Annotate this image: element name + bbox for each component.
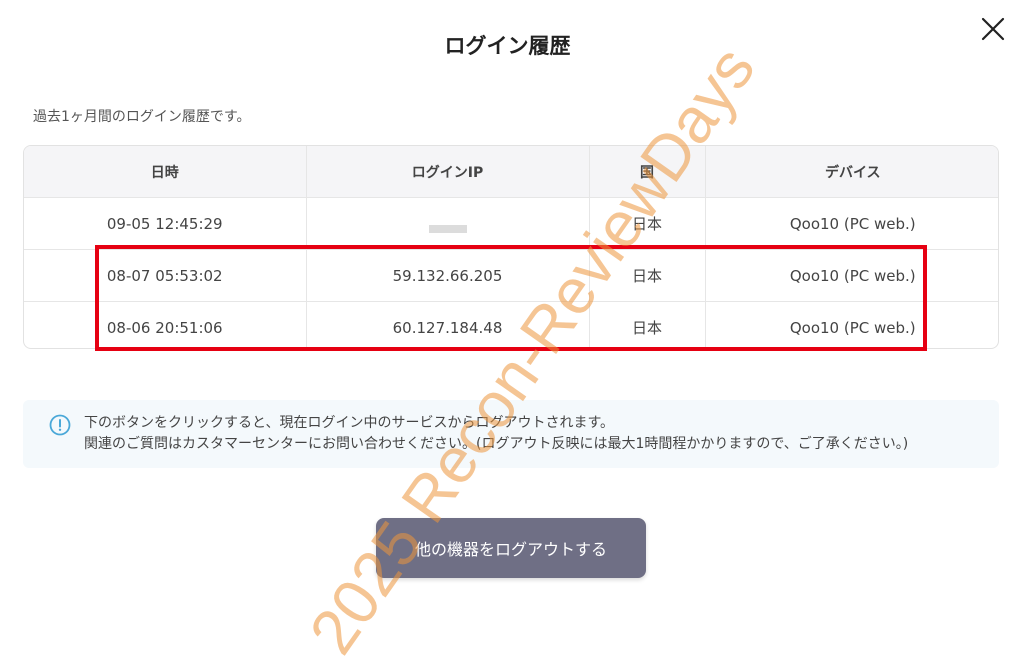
column-header-country: 国 — [589, 146, 706, 198]
column-header-datetime: 日時 — [24, 146, 307, 198]
cell-device: Qoo10 (PC web.) — [789, 318, 916, 337]
table-row: 08-06 20:51:06 60.127.184.48 日本 Qoo10 (P… — [24, 301, 998, 348]
cell-ip: 59.132.66.205 — [306, 249, 590, 302]
info-icon — [49, 414, 71, 436]
table-row: 08-07 05:53:02 59.132.66.205 日本 Qoo10 (P… — [24, 249, 998, 302]
table-header-row: 日時 ログインIP 国 デバイス — [24, 146, 998, 198]
cell-country: 日本 — [589, 197, 706, 250]
column-header-device: デバイス — [705, 146, 998, 198]
redaction-mask — [428, 224, 467, 233]
logout-other-devices-button[interactable]: 他の機器をログアウトする — [376, 518, 646, 578]
column-header-ip: ログインIP — [306, 146, 590, 198]
page-title: ログイン履歴 — [444, 34, 571, 58]
notice-line: 下のボタンをクリックすると、現在ログイン中のサービスからログアウトされます。 — [84, 415, 615, 431]
cell-ip-masked — [306, 197, 590, 250]
cell-country: 日本 — [589, 301, 706, 348]
notice-text: 下のボタンをクリックすると、現在ログイン中のサービスからログアウトされます。 関… — [84, 413, 908, 455]
login-history-table: 日時 ログインIP 国 デバイス 09-05 12:45:29 日本 Qoo10… — [23, 145, 999, 349]
cell-device: Qoo10 (PC web.) — [705, 197, 998, 250]
notice-line: 関連のご質問はカスタマーセンターにお問い合わせください。(ログアウト反映には最大… — [84, 436, 909, 452]
cell-country: 日本 — [589, 249, 706, 302]
history-description: 過去1ヶ月間のログイン履歴です。 — [33, 109, 251, 125]
cell-datetime: 08-06 20:51:06 — [24, 301, 307, 348]
notice-box: 下のボタンをクリックすると、現在ログイン中のサービスからログアウトされます。 関… — [23, 400, 999, 468]
cell-datetime: 09-05 12:45:29 — [24, 197, 307, 250]
cell-ip: 60.127.184.48 — [306, 301, 590, 348]
cell-device: Qoo10 (PC web.) — [705, 249, 998, 302]
close-icon[interactable] — [978, 14, 1008, 44]
cell-datetime: 08-07 05:53:02 — [24, 249, 307, 302]
table-row: 09-05 12:45:29 日本 Qoo10 (PC web.) — [24, 197, 998, 250]
